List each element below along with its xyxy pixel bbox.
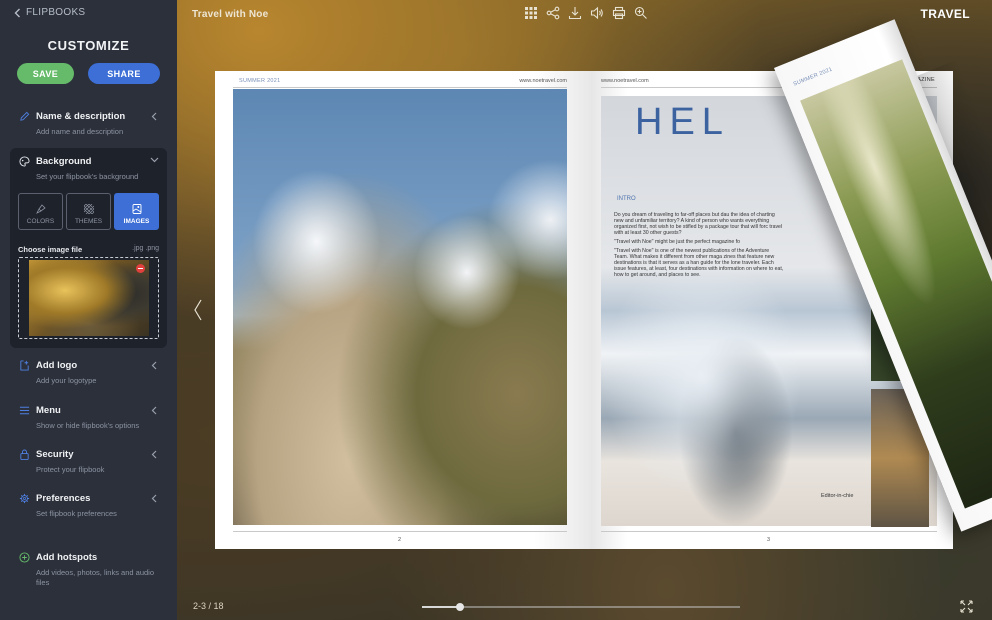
- download-button[interactable]: [568, 6, 582, 20]
- download-icon: [568, 7, 582, 20]
- logo-add-icon: [20, 360, 29, 371]
- sidebar-item-description: Add videos, photos, links and audio: [36, 568, 154, 577]
- image-dropzone[interactable]: [18, 257, 159, 339]
- sidebar-item-label: Background: [36, 156, 92, 167]
- save-button[interactable]: SAVE: [17, 63, 74, 84]
- footer-divider: [233, 531, 567, 532]
- sidebar-item-description: Add name and description: [36, 127, 124, 136]
- sidebar-item-description: Set flipbook preferences: [36, 509, 117, 518]
- zoom-button[interactable]: [634, 6, 648, 20]
- header-divider: [233, 87, 567, 88]
- sidebar-item-description: Show or hide flipbook's options: [36, 421, 140, 430]
- page-number: 3: [767, 537, 771, 543]
- back-to-flipbooks-link[interactable]: FLIPBOOKS: [14, 7, 85, 18]
- page-counter: 2-3 / 18: [193, 601, 224, 611]
- chevron-left-icon[interactable]: [151, 450, 157, 459]
- allowed-file-types: .jpg .png: [132, 245, 159, 252]
- flipbook-title: Travel with Noe: [192, 9, 269, 20]
- background-panel: Background Set your flipbook's backgroun…: [10, 148, 167, 348]
- issue-date: SUMMER 2021: [239, 78, 281, 84]
- sidebar-item-label: Menu: [36, 405, 61, 416]
- fullscreen-icon[interactable]: [960, 600, 973, 613]
- intro-text: Do you dream of traveling to far-off pla…: [614, 212, 784, 281]
- sidebar-item-description-cont: files: [36, 578, 50, 587]
- chevron-down-icon[interactable]: [150, 157, 159, 163]
- chevron-left-icon[interactable]: [151, 494, 157, 503]
- image-icon: [132, 204, 141, 214]
- zoom-icon: [634, 6, 647, 19]
- share-icon: [546, 6, 560, 20]
- background-image-thumbnail: [29, 260, 149, 336]
- intro-paragraph: "Travel with Noe" is one of the newest p…: [614, 248, 784, 278]
- chevron-left-icon: [14, 8, 20, 17]
- travel-photo-jeep: [233, 89, 567, 525]
- sidebar-item-label: Add logo: [36, 360, 78, 371]
- footer-divider: [601, 531, 937, 532]
- remove-image-button[interactable]: [136, 264, 145, 273]
- tab-themes[interactable]: THEMES: [66, 193, 111, 230]
- sidebar-item-label: Security: [36, 449, 74, 460]
- pattern-icon: [83, 204, 94, 214]
- plus-circle-icon: [19, 552, 30, 563]
- slider-thumb[interactable]: [456, 603, 465, 611]
- page-url: www.noetravel.com: [601, 78, 649, 84]
- chevron-left-icon[interactable]: [151, 361, 157, 370]
- grid-icon: [525, 7, 537, 19]
- print-button[interactable]: [612, 6, 626, 20]
- sidebar-item-label: Name & description: [36, 111, 126, 122]
- pencil-icon: [20, 111, 30, 121]
- back-label: FLIPBOOKS: [26, 7, 86, 18]
- page-url: www.noetravel.com: [519, 78, 567, 84]
- sidebar-item-description: Set your flipbook's background: [36, 172, 139, 181]
- slider-fill: [422, 606, 461, 608]
- sidebar-item-description: Add your logotype: [36, 376, 97, 385]
- lock-icon: [20, 449, 29, 460]
- headline: HEL: [635, 101, 730, 143]
- sidebar-title: CUSTOMIZE: [47, 38, 130, 53]
- sound-button[interactable]: [590, 6, 604, 20]
- tab-label: COLORS: [26, 218, 55, 225]
- share-toolbar-button[interactable]: [546, 6, 560, 20]
- palette-icon: [19, 156, 30, 167]
- intro-label: INTRO: [617, 196, 636, 202]
- page-number: 2: [398, 537, 402, 543]
- brush-icon: [35, 204, 46, 214]
- tab-images[interactable]: IMAGES: [114, 193, 159, 230]
- tab-label: IMAGES: [123, 218, 150, 225]
- chevron-left-icon[interactable]: [151, 406, 157, 415]
- choose-image-label: Choose image file: [18, 245, 83, 254]
- sidebar-item-label: Add hotspots: [36, 552, 98, 563]
- thumbnails-button[interactable]: [524, 6, 538, 20]
- background-type-tabs: COLORS THEMES IMAGES: [18, 193, 159, 230]
- issue-date: SUMMER 2021: [792, 66, 834, 88]
- page-slider[interactable]: [422, 603, 740, 611]
- share-button[interactable]: SHARE: [88, 63, 160, 84]
- viewer-toolbar: [524, 6, 648, 20]
- print-icon: [612, 6, 626, 20]
- menu-icon: [19, 406, 30, 415]
- brand-logo: TRAVEL: [920, 7, 970, 21]
- sidebar-item-description: Protect your flipbook: [36, 465, 105, 474]
- editor-caption: Editor-in-chie: [821, 493, 854, 499]
- customize-sidebar: FLIPBOOKS CUSTOMIZE SAVE SHARE Name & de…: [0, 0, 177, 620]
- chevron-left-icon[interactable]: [151, 112, 157, 121]
- tab-colors[interactable]: COLORS: [18, 193, 63, 230]
- tab-label: THEMES: [74, 218, 103, 225]
- gear-icon: [19, 493, 30, 504]
- flipbook-viewer: Travel with Noe TRAVEL SUMMER 2021 www.n…: [177, 0, 992, 620]
- sidebar-item-label: Preferences: [36, 493, 91, 504]
- intro-paragraph: Do you dream of traveling to far-off pla…: [614, 212, 783, 236]
- previous-page-arrow[interactable]: [193, 298, 203, 322]
- left-page[interactable]: SUMMER 2021 www.noetravel.com 2: [215, 71, 591, 549]
- sidebar-item-background[interactable]: Background: [19, 156, 91, 167]
- intro-paragraph: "Travel with Noe" might be just the perf…: [614, 239, 741, 245]
- sound-icon: [590, 6, 603, 20]
